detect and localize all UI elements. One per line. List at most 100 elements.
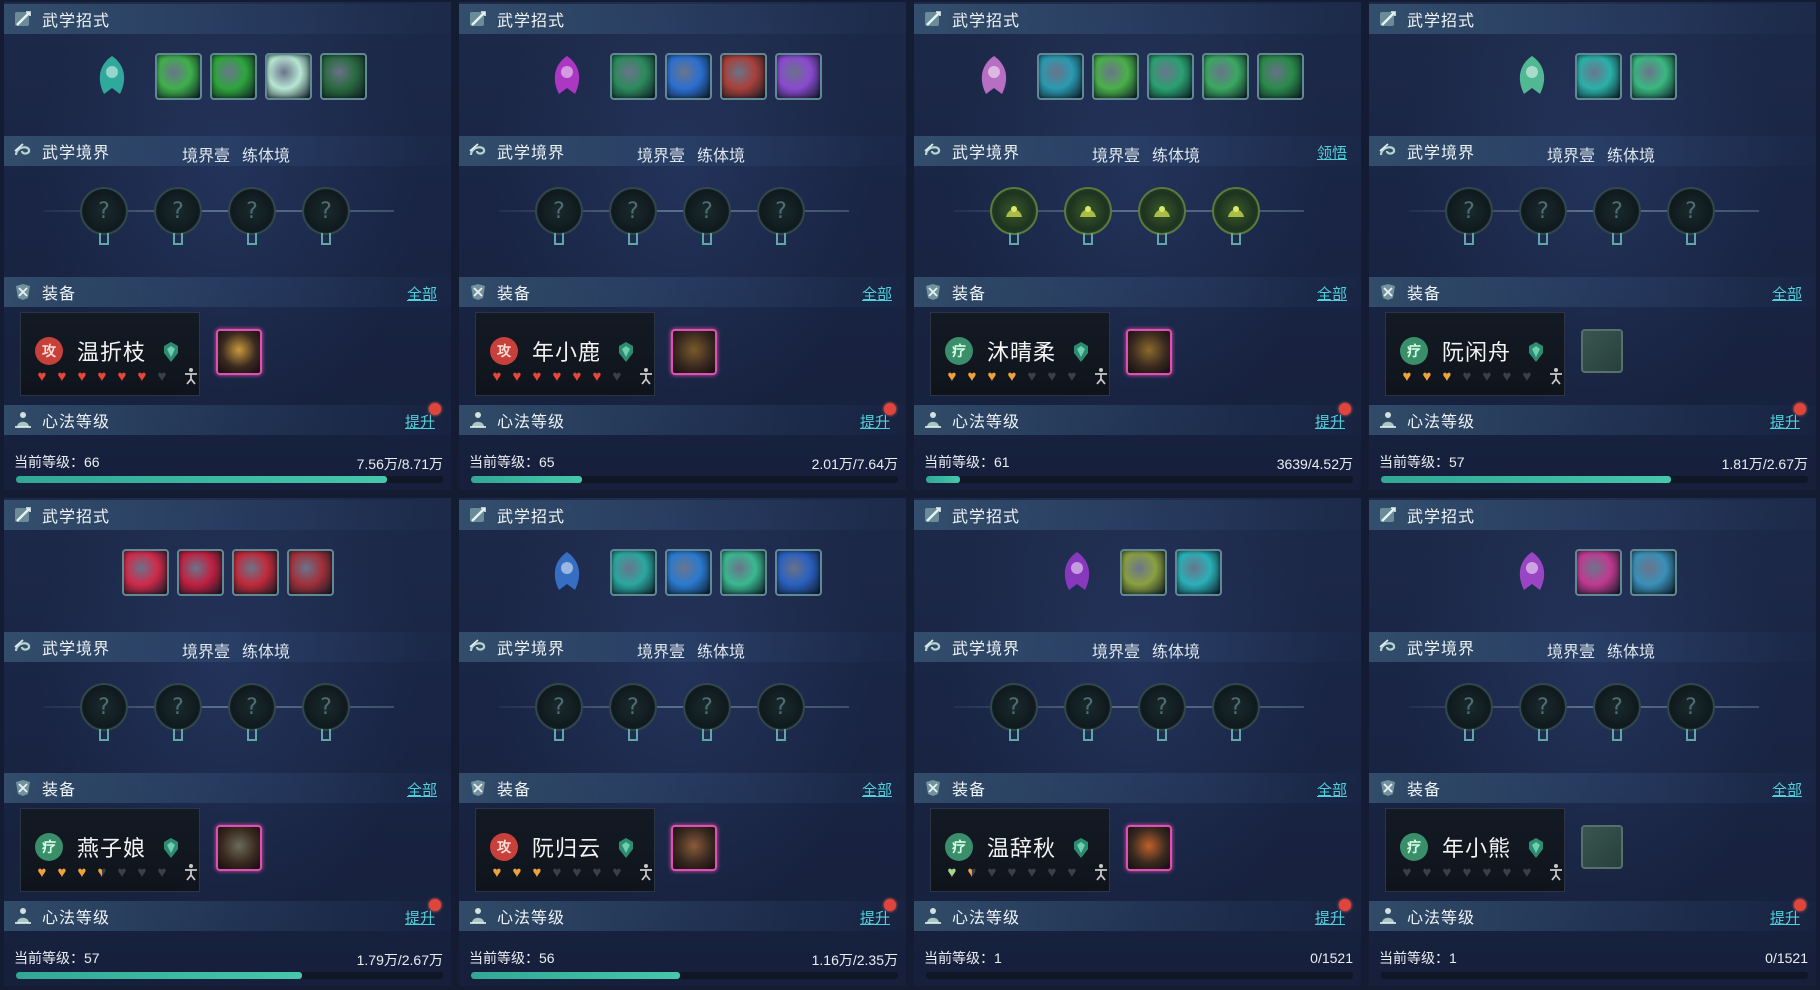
orange-armor-icon[interactable]: [1126, 825, 1172, 871]
equip-all-link[interactable]: 全部: [407, 283, 437, 304]
character-card[interactable]: 疗 沐晴柔 ♥ ♥ ♥ ♥ ♥ ♥ ♥: [930, 312, 1110, 396]
teal-bloom-icon[interactable]: [1574, 52, 1622, 100]
realm-node[interactable]: ?: [609, 683, 657, 745]
ice-fang-icon[interactable]: [1629, 548, 1677, 596]
blue-crescent-icon[interactable]: [774, 548, 822, 596]
rose-icon[interactable]: [231, 548, 279, 596]
dark-armor-icon[interactable]: [671, 329, 717, 375]
realm-node[interactable]: ?: [80, 683, 128, 745]
equip-all-link[interactable]: 全部: [1772, 283, 1802, 304]
realm-node[interactable]: ?: [683, 683, 731, 745]
realm-node[interactable]: ?: [757, 683, 805, 745]
realm-node[interactable]: ?: [990, 683, 1038, 745]
violet-mage-icon[interactable]: [1054, 549, 1100, 595]
green-slash-icon[interactable]: [154, 52, 202, 100]
red-warrior-icon[interactable]: [286, 548, 334, 596]
upgrade-link[interactable]: 提升: [1315, 907, 1345, 928]
leaf-icon[interactable]: [1202, 52, 1249, 100]
green-spark-icon[interactable]: [719, 548, 767, 596]
upgrade-link[interactable]: 提升: [860, 907, 890, 928]
cyan-sun-icon[interactable]: [1174, 548, 1222, 596]
realm-node[interactable]: ?: [154, 683, 202, 745]
realm-node[interactable]: [1212, 187, 1260, 249]
character-card[interactable]: 疗 阮闲舟 ♥ ♥ ♥ ♥ ♥ ♥ ♥: [1385, 312, 1565, 396]
steel-armor-icon[interactable]: [216, 825, 262, 871]
realm-node[interactable]: ?: [1519, 683, 1567, 745]
character-card[interactable]: 疗 温辞秋 ♥ ♥ ♥ ♥ ♥ ♥ ♥: [930, 808, 1110, 892]
realm-node[interactable]: ?: [302, 683, 350, 745]
golden-armor-icon[interactable]: [216, 329, 262, 375]
teal-stream-icon[interactable]: [609, 548, 657, 596]
leather-armor-icon[interactable]: [671, 825, 717, 871]
violet-crystal-icon[interactable]: [1509, 549, 1555, 595]
character-card[interactable]: 攻 温折枝 ♥ ♥ ♥ ♥ ♥ ♥ ♥: [20, 312, 200, 396]
red-double-slash-icon[interactable]: [176, 548, 224, 596]
equip-all-link[interactable]: 全部: [1317, 283, 1347, 304]
character-card[interactable]: 攻 年小鹿 ♥ ♥ ♥ ♥ ♥ ♥ ♥: [475, 312, 655, 396]
realm-node[interactable]: ?: [1445, 187, 1493, 249]
realm-node[interactable]: ?: [1064, 683, 1112, 745]
realm-node[interactable]: [1064, 187, 1112, 249]
cloth-icon[interactable]: [1581, 329, 1623, 373]
green-sprout-icon[interactable]: [1509, 53, 1555, 99]
cloth-icon[interactable]: [1581, 825, 1623, 869]
equip-all-link[interactable]: 全部: [1317, 779, 1347, 800]
jade-spirit-icon[interactable]: [89, 53, 135, 99]
upgrade-link[interactable]: 提升: [405, 411, 435, 432]
green-burst-icon[interactable]: [609, 52, 657, 100]
blue-flame-icon[interactable]: [544, 549, 590, 595]
yin-yang-icon[interactable]: [319, 52, 367, 100]
realm-node[interactable]: ?: [154, 187, 202, 249]
realm-comprehend-link[interactable]: 领悟: [1317, 142, 1347, 163]
realm-node[interactable]: ?: [535, 187, 583, 249]
golden-hands-icon[interactable]: [1119, 548, 1167, 596]
green-claw-icon[interactable]: [209, 52, 257, 100]
magenta-beast-icon[interactable]: [1574, 548, 1622, 596]
character-card[interactable]: 疗 燕子娘 ♥ ♥ ♥ ♥ ♥ ♥ ♥: [20, 808, 200, 892]
teal-swirl-icon[interactable]: [1037, 52, 1084, 100]
green-wind-icon[interactable]: [1092, 52, 1139, 100]
white-ring-icon[interactable]: [264, 52, 312, 100]
realm-node[interactable]: ?: [757, 187, 805, 249]
realm-node[interactable]: ?: [609, 187, 657, 249]
character-card[interactable]: 攻 阮归云 ♥ ♥ ♥ ♥ ♥ ♥ ♥: [475, 808, 655, 892]
realm-node[interactable]: ?: [1667, 683, 1715, 745]
realm-node[interactable]: ?: [535, 683, 583, 745]
upgrade-link[interactable]: 提升: [1770, 907, 1800, 928]
realm-node[interactable]: ?: [228, 683, 276, 745]
realm-node[interactable]: ?: [1519, 187, 1567, 249]
pink-figure-icon[interactable]: [971, 53, 1017, 99]
equip-all-link[interactable]: 全部: [407, 779, 437, 800]
daisy-icon[interactable]: [1629, 52, 1677, 100]
equip-all-link[interactable]: 全部: [862, 779, 892, 800]
realm-node[interactable]: ?: [1212, 683, 1260, 745]
realm-node[interactable]: ?: [1667, 187, 1715, 249]
purple-strike-icon[interactable]: [774, 52, 822, 100]
realm-node[interactable]: ?: [302, 187, 350, 249]
upgrade-link[interactable]: 提升: [405, 907, 435, 928]
upgrade-link[interactable]: 提升: [860, 411, 890, 432]
realm-node[interactable]: ?: [228, 187, 276, 249]
blue-wave-icon[interactable]: [664, 52, 712, 100]
red-slash-icon[interactable]: [121, 548, 169, 596]
upgrade-link[interactable]: 提升: [1315, 411, 1345, 432]
realm-node[interactable]: ?: [1593, 187, 1641, 249]
equip-all-link[interactable]: 全部: [1772, 779, 1802, 800]
equip-all-link[interactable]: 全部: [862, 283, 892, 304]
realm-node[interactable]: ?: [1593, 683, 1641, 745]
purple-orb-icon[interactable]: [544, 53, 590, 99]
realm-node[interactable]: ?: [683, 187, 731, 249]
bronze-armor-icon[interactable]: [1126, 329, 1172, 375]
realm-node[interactable]: ?: [1445, 683, 1493, 745]
green-vortex-icon[interactable]: [1147, 52, 1194, 100]
upgrade-link[interactable]: 提升: [1770, 411, 1800, 432]
character-card[interactable]: 疗 年小熊 ♥ ♥ ♥ ♥ ♥ ♥ ♥: [1385, 808, 1565, 892]
realm-node[interactable]: ?: [80, 187, 128, 249]
red-scales-icon[interactable]: [719, 52, 767, 100]
realm-node[interactable]: ?: [1138, 683, 1186, 745]
blue-spiral-icon[interactable]: [664, 548, 712, 596]
green-dragon-icon[interactable]: [1257, 52, 1304, 100]
realm-node[interactable]: [1138, 187, 1186, 249]
realm-node[interactable]: [990, 187, 1038, 249]
leaf-node-icon: [990, 187, 1038, 235]
